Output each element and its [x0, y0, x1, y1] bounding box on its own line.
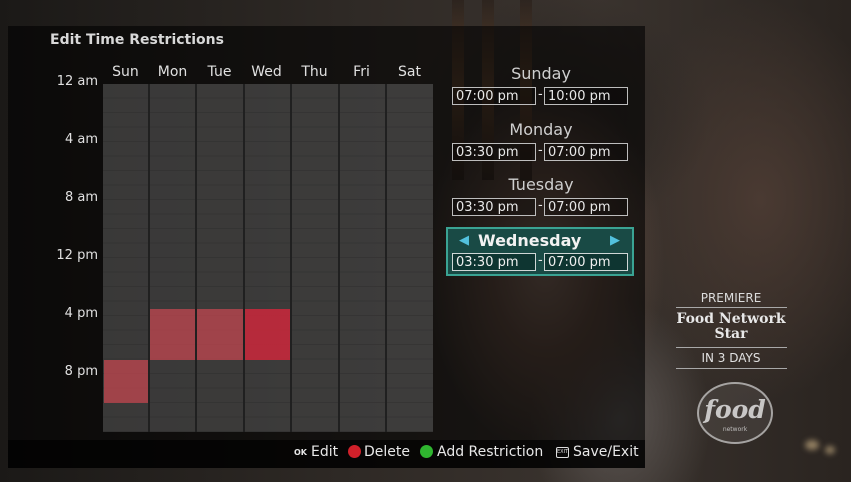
time-separator: - — [538, 87, 543, 102]
right-arrow-icon[interactable]: ▶ — [610, 233, 620, 248]
restriction-block-sunday[interactable] — [104, 359, 148, 403]
end-time-field[interactable]: 10:00 pm — [544, 87, 628, 105]
promo-divider — [676, 368, 787, 369]
promo-when: IN 3 DAYS — [701, 351, 761, 365]
left-arrow-icon[interactable]: ◀ — [459, 233, 469, 248]
restriction-block-wednesday[interactable] — [245, 308, 290, 360]
time-label-8am: 8 am — [64, 190, 98, 205]
grid-divider — [290, 84, 292, 432]
day-header-mon: Mon — [157, 64, 188, 80]
time-label-8pm: 8 pm — [64, 364, 98, 379]
start-time-field[interactable]: 03:30 pm — [452, 253, 536, 271]
day-header-thu: Thu — [301, 64, 328, 80]
start-time-field[interactable]: 07:00 pm — [452, 87, 536, 105]
start-time-field[interactable]: 03:30 pm — [452, 143, 536, 161]
promo-premiere-label: PREMIERE — [700, 291, 762, 305]
day-header-fri: Fri — [353, 64, 370, 80]
page-title: Edit Time Restrictions — [50, 32, 224, 48]
delete-action[interactable]: Delete — [364, 444, 410, 460]
grid-divider — [385, 84, 387, 432]
grid-divider — [243, 84, 245, 432]
promo-divider — [676, 307, 787, 308]
day-header-sat: Sat — [398, 64, 421, 80]
day-header-sun: Sun — [112, 64, 139, 80]
grid-divider — [148, 84, 150, 432]
save-exit-action[interactable]: Save/Exit — [573, 444, 639, 460]
restriction-day-sunday[interactable]: Sunday — [453, 64, 629, 83]
exit-key-icon: EXIT — [556, 447, 569, 458]
background-light — [805, 440, 819, 450]
promo-show-title: Food Network Star — [676, 311, 786, 342]
grid-divider — [195, 84, 197, 432]
restriction-block-tuesday[interactable] — [197, 308, 243, 360]
time-label-4pm: 4 pm — [64, 306, 98, 321]
time-separator: - — [538, 143, 543, 158]
week-schedule-grid[interactable] — [103, 84, 433, 432]
add-restriction-action[interactable]: Add Restriction — [437, 444, 543, 460]
time-separator: - — [538, 198, 543, 213]
grid-divider — [338, 84, 340, 432]
restriction-day-wednesday[interactable]: Wednesday — [478, 231, 581, 250]
red-button-icon — [348, 445, 361, 458]
promo-divider — [676, 347, 787, 348]
logo-text: food — [704, 395, 766, 424]
end-time-field[interactable]: 07:00 pm — [544, 143, 628, 161]
ok-key-icon: OK — [294, 448, 307, 457]
edit-action[interactable]: Edit — [311, 444, 338, 460]
time-label-4am: 4 am — [64, 132, 98, 147]
end-time-field[interactable]: 07:00 pm — [544, 253, 628, 271]
time-label-12am: 12 am — [56, 74, 98, 89]
restriction-day-monday[interactable]: Monday — [453, 120, 629, 139]
day-header-tue: Tue — [207, 64, 232, 80]
start-time-field[interactable]: 03:30 pm — [452, 198, 536, 216]
time-label-12pm: 12 pm — [56, 248, 98, 263]
restriction-day-tuesday[interactable]: Tuesday — [453, 175, 629, 194]
time-separator: - — [538, 253, 543, 268]
end-time-field[interactable]: 07:00 pm — [544, 198, 628, 216]
green-button-icon — [420, 445, 433, 458]
restriction-block-monday[interactable] — [150, 308, 195, 360]
logo-subtext: network — [722, 426, 748, 433]
background-light — [825, 446, 835, 454]
day-header-wed: Wed — [251, 64, 282, 80]
